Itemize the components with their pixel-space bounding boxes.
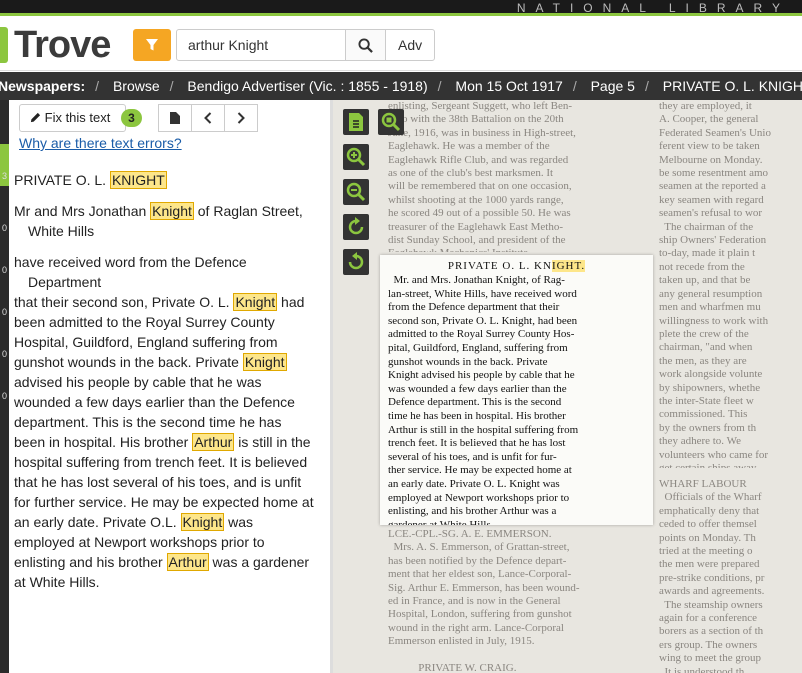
search-highlight: Arthur [166,553,209,571]
breadcrumb-newspapers[interactable]: Newspapers: [0,72,85,100]
corrections-count-badge: 3 [121,109,142,127]
breadcrumb-page[interactable]: Page 5 [591,72,635,100]
scan-text-column: WHARF LABOUR Officials of the Wharf emph… [659,478,765,673]
logo-mark-icon [0,27,8,63]
national-library-label[interactable]: NATIONAL LIBRARY [517,0,790,13]
search-button[interactable] [345,29,386,61]
pencil-icon [30,112,41,123]
next-article-button[interactable] [224,104,258,132]
breadcrumb: Newspapers: / Browse / Bendigo Advertiser … [0,72,802,100]
zoom-fit-icon [381,112,401,132]
previous-article-button[interactable] [191,104,225,132]
search-highlight: Arthur [192,433,235,451]
strip-count: 0 [1,349,7,359]
chevron-left-icon [204,112,212,124]
strip-count: 0 [1,265,7,275]
article-paragraph: have received word from the Defence Depa… [14,254,247,290]
scan-text-column: enlisting, Sergeant Suggett, who left Be… [388,100,576,252]
advanced-search-button[interactable]: Adv [385,29,435,61]
zoom-in-button[interactable] [343,144,369,170]
search-highlight: Knight [180,513,225,531]
article-headline: PRIVATE O. L. KNIGHT [14,171,167,189]
logo-text: Trove [14,24,111,66]
rotate-right-icon [348,217,364,235]
article-text-panel: Fix this text 3 Why are there text error… [9,100,330,673]
strip-count: 0 [1,307,7,317]
zoom-out-icon [346,182,366,202]
article-body: PRIVATE O. L. KNIGHT Mr and Mrs Jonathan… [14,170,314,592]
strip-count: 0 [1,223,7,233]
fix-text-button[interactable]: Fix this text [19,104,126,132]
strip-count: 3 [1,171,7,181]
scan-text-column: LCE.-CPL.-SG. A. E. EMMERSON. Mrs. A. S.… [388,528,580,673]
search-highlight: KNIGHT [109,171,167,189]
text-errors-link[interactable]: Why are there text errors? [19,135,182,151]
filter-button[interactable] [133,29,171,61]
zoom-out-button[interactable] [343,179,369,205]
document-icon [170,112,180,124]
rotate-left-button[interactable] [343,249,369,275]
strip-count: 0 [1,391,7,401]
breadcrumb-browse[interactable]: Browse [113,72,160,100]
article-info-button[interactable] [158,104,192,132]
breadcrumb-title[interactable]: Bendigo Advertiser (Vic. : 1855 - 1918) [187,72,427,100]
article-clipping: PRIVATE O. L. KNIGHT. Mr. and Mrs. Jonat… [380,255,653,525]
filter-icon [146,39,158,51]
zoom-fit-button[interactable] [378,109,404,135]
trove-logo[interactable]: Trove [0,24,111,66]
rotate-left-icon [348,252,364,270]
download-image-button[interactable] [343,109,369,135]
scan-text-column: they are employed, it A. Cooper, the gen… [659,100,771,468]
page-download-icon [349,113,363,131]
article-list-strip[interactable]: 3 0 0 0 0 0 [0,100,9,673]
breadcrumb-article: PRIVATE O. L. KNIGHT. [662,78,802,94]
search-input[interactable] [176,29,346,61]
search-highlight: Knight [150,202,194,220]
top-bar: NATIONAL LIBRARY [0,0,802,16]
newspaper-image-viewer[interactable]: enlisting, Sergeant Suggett, who left Be… [333,100,802,673]
search-highlight: Knight [233,293,278,311]
clipping-title: PRIVATE O. L. KNIGHT. [447,260,586,272]
breadcrumb-date[interactable]: Mon 15 Oct 1917 [455,72,562,100]
article-paragraph: that their second son, Private O. L. Kni… [14,293,314,590]
search-highlight: Knight [242,353,287,371]
search-icon [358,37,373,53]
clipping-body: Mr. and Mrs. Jonathan Knight, of Rag- la… [388,274,579,525]
article-paragraph: Mr and Mrs Jonathan Knight of Raglan Str… [14,202,303,239]
chevron-right-icon [237,112,245,124]
rotate-right-button[interactable] [343,214,369,240]
header: Trove Adv [0,19,802,71]
fix-text-label: Fix this text [44,110,111,125]
zoom-in-icon [346,147,366,167]
